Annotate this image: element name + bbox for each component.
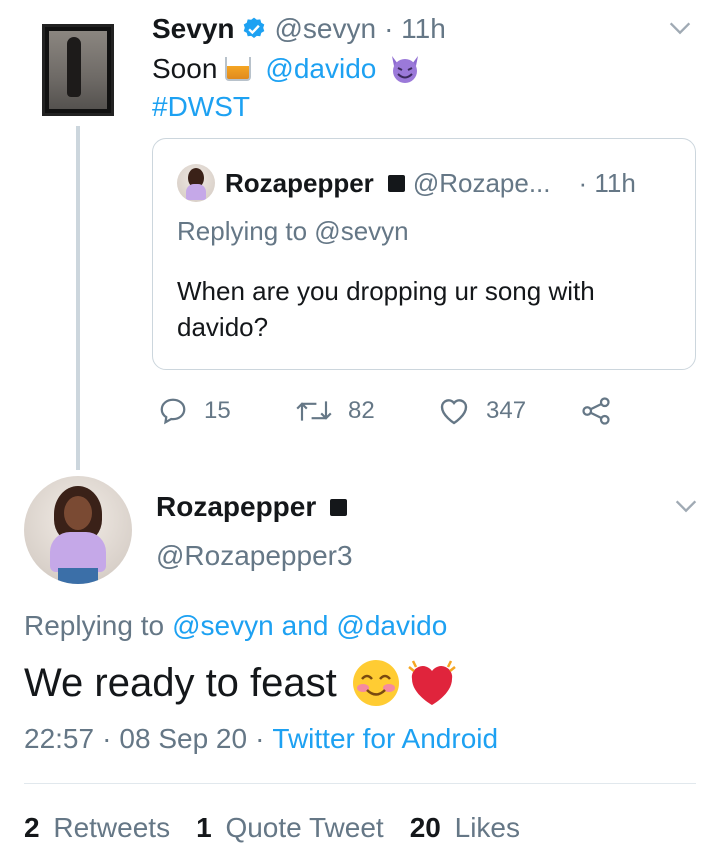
quotes-stat[interactable]: 1 Quote Tweet [196, 812, 384, 844]
main-tweet-name-row: Rozapepper [156, 488, 355, 526]
meta-separator: · [255, 723, 265, 754]
black-square-icon [330, 498, 348, 516]
beating-heart-icon [407, 660, 456, 705]
source-link[interactable]: Twitter for Android [272, 723, 498, 755]
retweet-icon [296, 401, 332, 421]
parent-mention-davido[interactable]: @davido [265, 53, 376, 85]
parent-text-prefix: Soon [152, 53, 218, 84]
parent-time[interactable]: · 11h [384, 13, 446, 45]
like-action[interactable]: 347 [438, 394, 526, 428]
rozapepper-avatar[interactable] [24, 476, 132, 584]
parent-hashtag[interactable]: #DWST [152, 88, 250, 126]
likes-stat[interactable]: 20 Likes [410, 812, 520, 844]
main-handle[interactable]: @Rozapepper3 [156, 536, 353, 576]
replying-and: and [281, 610, 329, 641]
sevyn-avatar[interactable] [42, 24, 114, 116]
quoted-handle: @Rozape... [412, 167, 551, 198]
retweets-stat[interactable]: 2 Retweets [24, 812, 170, 844]
whiskey-glass-icon [225, 57, 252, 81]
smiling-face-with-smiling-eyes-icon [352, 660, 399, 706]
main-display-name[interactable]: Rozapepper [156, 491, 316, 523]
retweets-label: Retweets [53, 812, 171, 843]
replying-user-sevyn[interactable]: @sevyn [172, 610, 274, 642]
reply-icon [160, 398, 186, 425]
parent-handle[interactable]: @sevyn [275, 13, 377, 45]
quoted-replying-to: Replying to @sevyn [177, 216, 409, 246]
divider [24, 783, 696, 784]
stats-row: 2 Retweets 1 Quote Tweet 20 Likes [24, 808, 520, 848]
quoted-display-name: Rozapepper [225, 167, 374, 198]
likes-count: 20 [409, 812, 441, 843]
main-tweet-meta: 22:57 · 08 Sep 20 · Twitter for Android [24, 720, 498, 758]
parent-display-name[interactable]: Sevyn [152, 13, 235, 45]
smiling-devil-icon [392, 56, 419, 83]
quoted-avatar [177, 164, 215, 202]
black-square-icon [387, 174, 405, 192]
retweet-count: 82 [348, 397, 375, 424]
like-count: 347 [486, 397, 527, 424]
main-replying-to: Replying to @sevyn and @davido [24, 606, 447, 646]
replying-user-davido[interactable]: @davido [336, 610, 447, 642]
parent-tweet-text: Soon @davido [152, 50, 422, 88]
reply-action[interactable]: 15 [158, 394, 231, 428]
share-icon[interactable] [580, 396, 612, 426]
main-tweet-text: We ready to feast [24, 656, 459, 710]
chevron-down-icon[interactable] [666, 14, 694, 42]
quoted-tweet-card[interactable]: Rozapepper @Rozape... · 11h Replying to … [152, 138, 696, 370]
thread-line [76, 126, 80, 470]
retweet-action[interactable]: 82 [296, 394, 375, 428]
main-time: 22:57 [24, 723, 95, 754]
parent-tweet-header: Sevyn @sevyn · 11h [152, 10, 446, 48]
reply-count: 15 [204, 397, 231, 424]
main-date: 08 Sep 20 [119, 723, 248, 754]
quotes-count: 1 [196, 812, 212, 843]
quoted-time: · 11h [578, 167, 636, 198]
verified-badge-icon [243, 17, 264, 38]
retweets-count: 2 [24, 812, 40, 843]
replying-label: Replying to [24, 610, 165, 641]
main-tweet-body: We ready to feast [24, 660, 337, 705]
chevron-down-icon[interactable] [672, 492, 700, 520]
likes-label: Likes [454, 812, 521, 843]
heart-icon [440, 399, 468, 425]
meta-separator: · [102, 723, 112, 754]
quoted-tweet-text: When are you dropping ur song with david… [177, 276, 595, 342]
quotes-label: Quote Tweet [225, 812, 384, 843]
quoted-tweet-header: Rozapepper @Rozape... · 11h [177, 163, 636, 203]
